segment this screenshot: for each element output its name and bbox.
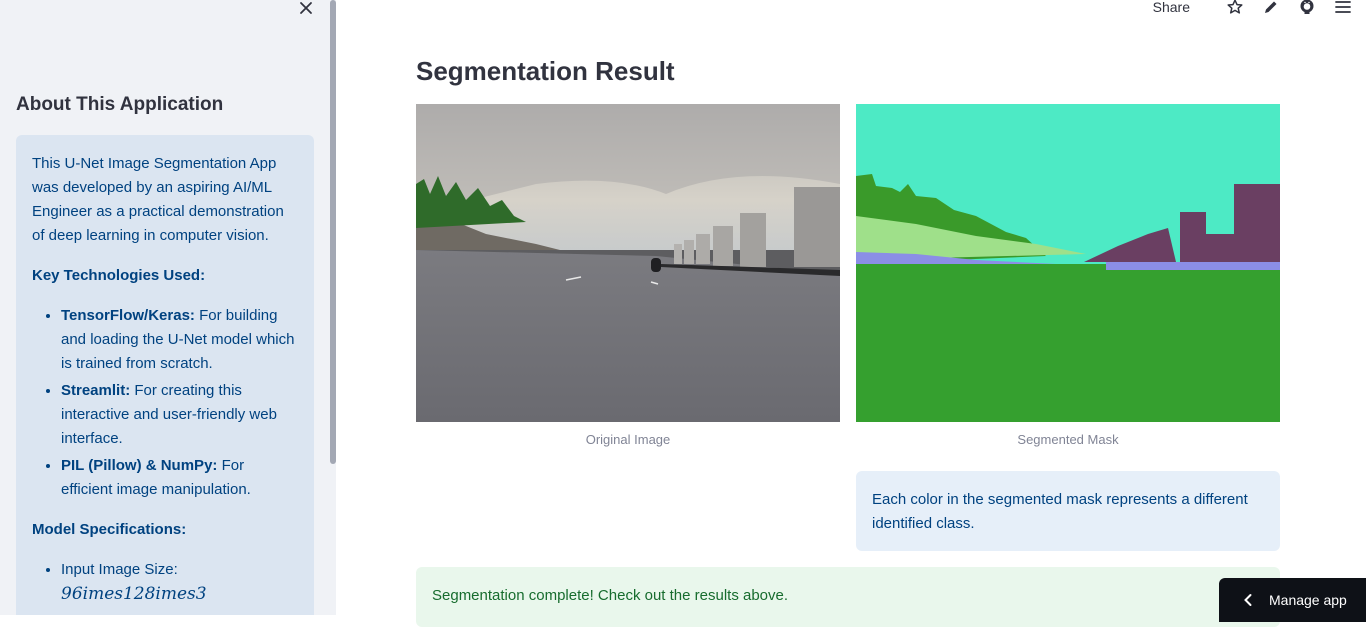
manage-app-label: Manage app xyxy=(1269,592,1347,608)
success-message: Segmentation complete! Check out the res… xyxy=(432,587,789,604)
close-icon[interactable] xyxy=(296,0,316,16)
success-alert: Segmentation complete! Check out the res… xyxy=(416,567,1280,627)
mask-info-text: Each color in the segmented mask represe… xyxy=(872,491,1248,532)
spec-label: Input Image Size: xyxy=(61,561,178,578)
menu-icon[interactable] xyxy=(1334,0,1352,15)
mask-info-box: Each color in the segmented mask represe… xyxy=(856,471,1280,551)
spec-heading: Model Specifications: xyxy=(32,521,187,538)
page-title: Segmentation Result xyxy=(416,56,675,86)
star-icon[interactable] xyxy=(1226,0,1244,15)
spec-list: Input Image Size: 96imes128imes3 xyxy=(32,558,298,607)
chevron-left-icon xyxy=(1243,593,1253,607)
tech-list: TensorFlow/Keras: For building and loadi… xyxy=(32,304,298,502)
segmented-mask-image xyxy=(856,104,1280,422)
list-item: Input Image Size: 96imes128imes3 xyxy=(61,558,298,607)
edit-icon[interactable] xyxy=(1262,0,1280,15)
list-item: PIL (Pillow) & NumPy: For efficient imag… xyxy=(61,454,298,502)
tech-name: TensorFlow/Keras: xyxy=(61,307,195,324)
sidebar-scrollbar[interactable] xyxy=(330,0,336,464)
list-item: TensorFlow/Keras: For building and loadi… xyxy=(61,304,298,376)
sidebar-heading: About This Application xyxy=(16,94,224,115)
tech-name: PIL (Pillow) & NumPy: xyxy=(61,457,218,474)
github-icon[interactable] xyxy=(1298,0,1316,15)
manage-app-button[interactable]: Manage app xyxy=(1219,578,1366,622)
sidebar: About This Application This U-Net Image … xyxy=(0,0,336,615)
original-image-caption: Original Image xyxy=(585,432,671,447)
tech-heading: Key Technologies Used: xyxy=(32,267,206,284)
list-item: Streamlit: For creating this interactive… xyxy=(61,379,298,451)
segmented-mask-caption: Segmented Mask xyxy=(1017,432,1119,447)
about-intro: This U-Net Image Segmentation App was de… xyxy=(32,155,284,244)
tech-name: Streamlit: xyxy=(61,382,131,399)
about-info-box: This U-Net Image Segmentation App was de… xyxy=(16,135,314,615)
share-button[interactable]: Share xyxy=(1153,0,1190,15)
original-image xyxy=(416,104,840,422)
spec-value: 96imes128imes3 xyxy=(61,584,207,604)
top-toolbar: Share xyxy=(1153,0,1352,15)
